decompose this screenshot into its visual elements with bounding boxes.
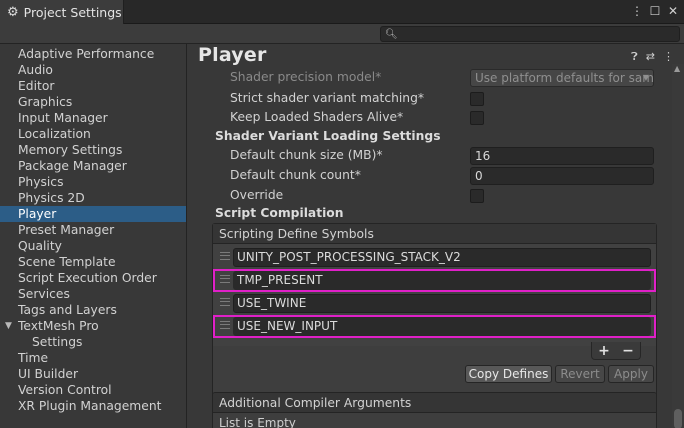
sidebar-item-textmesh-pro[interactable]: ▼ TextMesh Pro	[0, 318, 186, 334]
sidebar-item-physics[interactable]: Physics	[0, 174, 186, 190]
define-symbol-field[interactable]: USE_TWINE	[233, 294, 651, 313]
project-settings-tab[interactable]: ⚙ Project Settings	[0, 0, 124, 24]
sidebar-item-label: TextMesh Pro	[18, 319, 99, 333]
keep-loaded-row: Keep Loaded Shaders Alive*	[188, 109, 668, 127]
copy-defines-button[interactable]: Copy Defines	[465, 365, 552, 383]
search-input[interactable]: 🔍︎	[380, 26, 680, 42]
settings-sidebar: Adaptive Performance Audio Editor Graphi…	[0, 44, 187, 428]
window-title: Project Settings	[23, 4, 122, 20]
chevron-down-icon: ▼	[642, 73, 649, 82]
chunk-count-field[interactable]: 0	[470, 167, 654, 185]
strict-matching-checkbox[interactable]	[470, 92, 484, 106]
keep-loaded-checkbox[interactable]	[470, 111, 484, 125]
drag-handle-icon[interactable]	[220, 298, 230, 306]
dropdown-value: Use platform defaults for sam	[475, 71, 654, 85]
panel-header: Player ❓︎ ⇄ ⋮	[188, 44, 684, 68]
drag-handle-icon[interactable]	[220, 321, 230, 329]
variant-loading-section-title: Shader Variant Loading Settings	[215, 129, 441, 143]
sidebar-item-localization[interactable]: Localization	[0, 126, 186, 142]
define-symbols-header: Scripting Define Symbols	[213, 224, 656, 244]
sidebar-item-preset-manager[interactable]: Preset Manager	[0, 222, 186, 238]
sidebar-item-adaptive-performance[interactable]: Adaptive Performance	[0, 46, 186, 62]
sidebar-item-input-manager[interactable]: Input Manager	[0, 110, 186, 126]
define-symbol-field[interactable]: UNITY_POST_PROCESSING_STACK_V2	[233, 248, 651, 267]
sidebar-item-graphics[interactable]: Graphics	[0, 94, 186, 110]
script-compilation-section-title: Script Compilation	[215, 206, 344, 220]
sidebar-item-time[interactable]: Time	[0, 350, 186, 366]
shader-precision-label: Shader precision model*	[230, 70, 382, 84]
chunk-count-label: Default chunk count*	[230, 168, 361, 182]
drag-handle-icon[interactable]	[220, 252, 230, 260]
help-icon[interactable]: ❓︎	[631, 50, 638, 64]
sidebar-item-services[interactable]: Services	[0, 286, 186, 302]
additional-compiler-args-list: Additional Compiler Arguments List is Em…	[212, 392, 657, 428]
sidebar-item-memory-settings[interactable]: Memory Settings	[0, 142, 186, 158]
sidebar-item-version-control[interactable]: Version Control	[0, 382, 186, 398]
revert-button[interactable]: Revert	[555, 365, 605, 383]
sidebar-item-package-manager[interactable]: Package Manager	[0, 158, 186, 174]
override-label: Override	[230, 188, 284, 202]
define-symbol-field[interactable]: USE_NEW_INPUT	[233, 317, 651, 336]
more-options-icon[interactable]: ⋮	[663, 50, 674, 64]
list-item[interactable]: USE_NEW_INPUT	[213, 315, 656, 338]
page-title: Player	[198, 44, 267, 66]
sidebar-item-ui-builder[interactable]: UI Builder	[0, 366, 186, 382]
sidebar-item-tags-and-layers[interactable]: Tags and Layers	[0, 302, 186, 318]
shader-precision-dropdown[interactable]: Use platform defaults for sam ▼	[470, 69, 654, 87]
list-item[interactable]: TMP_PRESENT	[213, 269, 656, 292]
sidebar-item-script-execution-order[interactable]: Script Execution Order	[0, 270, 186, 286]
sidebar-item-physics-2d[interactable]: Physics 2D	[0, 190, 186, 206]
sidebar-item-textmesh-settings[interactable]: Settings	[0, 334, 186, 350]
sidebar-item-scene-template[interactable]: Scene Template	[0, 254, 186, 270]
sidebar-item-xr-plugin-management[interactable]: XR Plugin Management	[0, 398, 186, 414]
list-item[interactable]: USE_TWINE	[213, 292, 656, 315]
define-symbols-body: UNITY_POST_PROCESSING_STACK_V2 TMP_PRESE…	[213, 244, 656, 346]
apply-button[interactable]: Apply	[608, 365, 654, 383]
vertical-scrollbar[interactable]: ▲	[672, 64, 684, 428]
sidebar-item-player[interactable]: Player	[0, 206, 186, 222]
player-settings-panel: Player ❓︎ ⇄ ⋮ Shader precision model* Us…	[188, 44, 684, 428]
search-bar: 🔍︎	[0, 24, 684, 44]
list-item[interactable]: UNITY_POST_PROCESSING_STACK_V2	[213, 246, 656, 269]
remove-item-button[interactable]: −	[622, 343, 634, 359]
window-controls: ⋮ ☐ ✕	[630, 2, 680, 20]
chunk-size-label: Default chunk size (MB)*	[230, 148, 383, 162]
override-row: Override	[188, 187, 668, 205]
close-icon[interactable]: ✕	[666, 2, 680, 20]
strict-matching-label: Strict shader variant matching*	[230, 91, 425, 105]
sidebar-item-audio[interactable]: Audio	[0, 62, 186, 78]
compiler-args-header: Additional Compiler Arguments	[213, 393, 656, 413]
list-empty-text: List is Empty	[219, 416, 296, 428]
keep-loaded-label: Keep Loaded Shaders Alive*	[230, 110, 404, 124]
scroll-up-icon[interactable]: ▲	[674, 64, 680, 73]
header-icons: ❓︎ ⇄ ⋮	[631, 50, 674, 64]
sidebar-item-editor[interactable]: Editor	[0, 78, 186, 94]
expand-triangle-icon[interactable]: ▼	[5, 318, 12, 334]
drag-handle-icon[interactable]	[220, 275, 230, 283]
window-titlebar: ⚙ Project Settings ⋮ ☐ ✕	[0, 0, 684, 24]
search-icon: 🔍︎	[385, 28, 398, 40]
strict-matching-row: Strict shader variant matching*	[188, 90, 668, 108]
chunk-size-field[interactable]: 16	[470, 147, 654, 165]
more-options-icon[interactable]: ⋮	[630, 2, 644, 20]
preset-icon[interactable]: ⇄	[646, 50, 655, 64]
chunk-size-row: Default chunk size (MB)* 16	[188, 147, 668, 165]
sidebar-item-quality[interactable]: Quality	[0, 238, 186, 254]
maximize-icon[interactable]: ☐	[648, 2, 662, 20]
define-symbol-field[interactable]: TMP_PRESENT	[233, 271, 651, 290]
gear-icon: ⚙	[7, 4, 19, 20]
override-checkbox[interactable]	[470, 189, 484, 203]
add-item-button[interactable]: +	[598, 343, 610, 359]
chunk-count-row: Default chunk count* 0	[188, 167, 668, 185]
shader-precision-row: Shader precision model* Use platform def…	[188, 69, 668, 87]
add-remove-controls: + −	[591, 342, 641, 360]
scrollbar-thumb[interactable]	[674, 409, 682, 428]
